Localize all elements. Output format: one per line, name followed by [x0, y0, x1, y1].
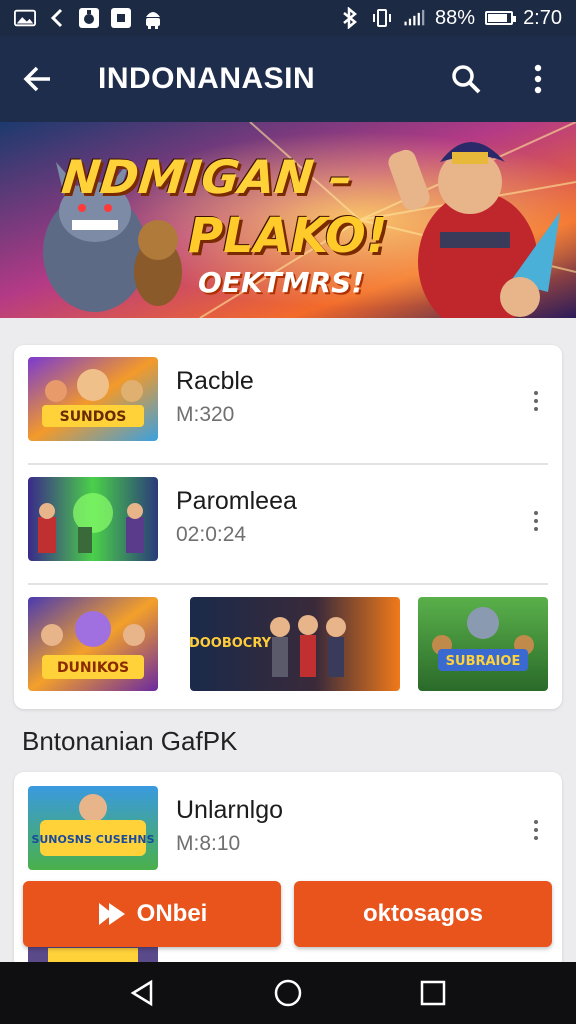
app-bar: INDONANASIN: [0, 36, 576, 122]
nav-back-button[interactable]: [119, 969, 167, 1017]
banner-tagline: OEKTMRS!: [198, 266, 365, 299]
tile-label: DUNIKOS: [57, 660, 129, 676]
tile-label: SUBRAIOE: [446, 654, 521, 669]
secondary-button-label: oktosagos: [362, 900, 484, 927]
app-icon-2: [110, 7, 132, 29]
item-more-button[interactable]: [524, 814, 548, 846]
game-meta: 02:0:24: [176, 523, 247, 546]
nav-home-button[interactable]: [264, 969, 312, 1017]
secondary-button[interactable]: oktosagos: [294, 881, 552, 947]
overflow-menu-button[interactable]: [518, 59, 558, 99]
search-button[interactable]: [446, 59, 486, 99]
circle-home-icon: [274, 979, 302, 1007]
thumbnail-text: SUNDOS: [60, 409, 127, 425]
android-icon: [142, 7, 164, 29]
item-more-button[interactable]: [524, 505, 548, 537]
primary-button-label: ONbei: [136, 900, 208, 927]
banner-headline-1: NDMIGAN –: [59, 150, 356, 204]
game-meta: M:320: [176, 403, 235, 426]
play-arrow-icon: [98, 903, 125, 925]
tile-label: DOOBOCRY: [190, 636, 272, 651]
game-tile[interactable]: SUBRAIOE: [418, 597, 548, 691]
game-thumbnail: SUNOSNS CUSEHNS: [28, 786, 158, 870]
vibrate-icon: [371, 7, 393, 29]
page-title: INDONANASIN: [98, 62, 316, 95]
back-chevron-icon: [46, 7, 68, 29]
clock: 2:70: [523, 6, 562, 29]
status-right-icons: 88% 2:70: [339, 7, 562, 30]
game-list-card: SUNDOS Racble M:320 Paromleea 02:0:24 DU…: [14, 345, 562, 709]
arrow-left-icon: [23, 66, 50, 92]
game-tile[interactable]: DUNIKOS: [28, 597, 158, 691]
list-item[interactable]: SUNDOS Racble M:320: [14, 345, 562, 465]
battery-icon: [485, 11, 517, 25]
banner-headline-2: PLAKO!: [188, 208, 388, 264]
app-bar-actions: [446, 59, 558, 99]
list-item[interactable]: SUNOSNS CUSEHNS Unlarnlgo M:8:10: [14, 774, 562, 894]
game-thumbnail: [28, 477, 158, 561]
search-icon: [452, 65, 481, 94]
bluetooth-icon: [339, 7, 361, 29]
back-button[interactable]: [18, 59, 58, 99]
image-icon: [14, 7, 36, 29]
square-recents-icon: [421, 980, 446, 1006]
section-title: Bntonanian GafPK: [22, 726, 238, 756]
item-more-button[interactable]: [524, 385, 548, 417]
thumbnail-text: SUNOSNS CUSEHNS: [31, 833, 154, 846]
status-left-icons: [14, 7, 164, 29]
app-icon: [78, 7, 100, 29]
system-nav-bar: [0, 962, 576, 1024]
game-title: Racble: [176, 367, 254, 395]
game-thumbnail: SUNDOS: [28, 357, 158, 441]
game-tile[interactable]: DOOBOCRY: [190, 597, 400, 691]
more-vertical-icon: [534, 64, 542, 94]
signal-icon: [403, 7, 425, 29]
list-item[interactable]: Paromleea 02:0:24: [14, 465, 562, 585]
primary-play-button[interactable]: ONbei: [23, 881, 281, 947]
triangle-back-icon: [130, 979, 152, 1007]
game-tiles-row: DUNIKOS DOOBOCRY SUBRAIOE: [28, 597, 548, 693]
status-bar: 88% 2:70: [0, 0, 576, 36]
promo-banner[interactable]: NDMIGAN – PLAKO! OEKTMRS!: [0, 122, 576, 318]
game-title: Paromleea: [176, 487, 297, 515]
battery-percent: 88%: [435, 6, 476, 29]
divider: [28, 583, 548, 585]
game-title: Unlarnlgo: [176, 796, 284, 824]
game-meta: M:8:10: [176, 832, 241, 855]
nav-recents-button[interactable]: [409, 969, 457, 1017]
